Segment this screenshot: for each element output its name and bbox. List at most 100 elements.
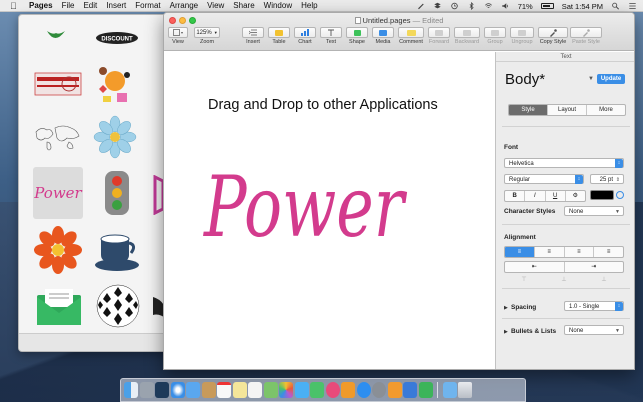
- power-script-artwork[interactable]: Power: [202, 144, 412, 254]
- media-button[interactable]: [372, 27, 394, 38]
- table-tool[interactable]: Table: [268, 27, 290, 45]
- menu-arrange[interactable]: Arrange: [170, 1, 198, 10]
- volume-icon[interactable]: [501, 2, 510, 10]
- forward-button[interactable]: [428, 27, 450, 38]
- menu-help[interactable]: Help: [301, 1, 317, 10]
- keynote-icon[interactable]: [403, 382, 417, 398]
- trash-icon[interactable]: [458, 382, 472, 398]
- align-bottom-icon[interactable]: ⊥: [601, 276, 606, 283]
- view-button[interactable]: [168, 27, 188, 38]
- group-button[interactable]: [484, 27, 506, 38]
- copy-style-tool[interactable]: Copy Style: [538, 27, 568, 45]
- bluetooth-icon[interactable]: [467, 2, 476, 10]
- zoom-select[interactable]: 125% ▼: [194, 27, 220, 38]
- mail-icon[interactable]: [186, 382, 200, 398]
- ungroup-tool[interactable]: Ungroup: [510, 27, 534, 45]
- pages-icon[interactable]: [387, 382, 402, 398]
- leaf-clipart[interactable]: [45, 29, 67, 43]
- text-options-gear-icon[interactable]: ⚙: [566, 191, 585, 201]
- coffee-cup-clipart[interactable]: [93, 227, 141, 273]
- orange-flower-clipart[interactable]: [33, 225, 83, 275]
- chart-tool[interactable]: Chart: [294, 27, 316, 45]
- update-style-button[interactable]: Update: [597, 74, 625, 84]
- paste-style-button[interactable]: [570, 27, 602, 38]
- reminders-icon[interactable]: [248, 382, 262, 398]
- decrease-indent-icon[interactable]: ⇤: [505, 262, 565, 272]
- headline-text[interactable]: Drag and Drop to other Applications: [208, 97, 438, 113]
- apple-menu-icon[interactable]: : [10, 1, 20, 11]
- text-color-well[interactable]: [590, 190, 614, 200]
- color-wheel-icon[interactable]: [616, 191, 624, 199]
- shape-tool[interactable]: Shape: [346, 27, 368, 45]
- font-weight-select[interactable]: Regular ↕: [504, 174, 584, 184]
- table-button[interactable]: [268, 27, 290, 38]
- menu-file[interactable]: File: [62, 1, 75, 10]
- tab-style[interactable]: Style: [509, 105, 548, 115]
- diamond-sphere-clipart[interactable]: [95, 283, 141, 329]
- itunes-icon[interactable]: [325, 382, 340, 398]
- downloads-icon[interactable]: [442, 382, 457, 398]
- backward-button[interactable]: [454, 27, 480, 38]
- photos-icon[interactable]: [279, 382, 293, 398]
- backward-tool[interactable]: Backward: [454, 27, 480, 45]
- numbers-icon[interactable]: [418, 382, 433, 398]
- maps-icon[interactable]: [263, 382, 278, 398]
- chart-button[interactable]: [294, 27, 316, 38]
- font-size-field[interactable]: 25 pt ⇕: [590, 174, 624, 184]
- power-text-clipart[interactable]: Power: [33, 167, 83, 219]
- paragraph-style-name[interactable]: Body*: [505, 71, 545, 88]
- messages-icon[interactable]: [294, 382, 309, 398]
- green-envelope-clipart[interactable]: [35, 285, 83, 329]
- disclosure-triangle-icon[interactable]: ▶: [504, 329, 508, 335]
- launchpad-icon[interactable]: [139, 382, 154, 398]
- underline-button[interactable]: U: [546, 191, 566, 201]
- group-tool[interactable]: Group: [484, 27, 506, 45]
- insert-tool[interactable]: Insert: [242, 27, 264, 45]
- align-middle-icon[interactable]: ⊥: [561, 276, 566, 283]
- media-tool[interactable]: Media: [372, 27, 394, 45]
- mission-control-icon[interactable]: [155, 382, 169, 398]
- spacing-select[interactable]: 1.0 - Single ↕: [564, 301, 624, 311]
- pages-status-icon[interactable]: [416, 2, 425, 10]
- notification-center-icon[interactable]: [628, 2, 637, 10]
- blue-flower-clipart[interactable]: [93, 115, 137, 159]
- menu-format[interactable]: Format: [135, 1, 160, 10]
- stepper-icon[interactable]: ⇕: [616, 175, 620, 185]
- app-store-icon[interactable]: [356, 382, 371, 398]
- traffic-light-clipart[interactable]: [103, 169, 131, 217]
- font-family-select[interactable]: Helvetica ↕: [504, 158, 624, 168]
- comment-tool[interactable]: Comment: [398, 27, 424, 45]
- time-machine-icon[interactable]: [450, 2, 459, 10]
- contacts-icon[interactable]: [201, 382, 216, 398]
- ungroup-button[interactable]: [510, 27, 534, 38]
- increase-indent-icon[interactable]: ⇥: [565, 262, 624, 272]
- copy-style-button[interactable]: [538, 27, 568, 38]
- notes-icon[interactable]: [232, 382, 247, 398]
- align-top-icon[interactable]: ⊤: [521, 276, 526, 283]
- safari-icon[interactable]: [170, 382, 185, 398]
- view-tool[interactable]: View: [168, 27, 188, 45]
- comment-button[interactable]: [398, 27, 424, 38]
- menu-edit[interactable]: Edit: [83, 1, 97, 10]
- bullets-lists-select[interactable]: None ▼: [564, 325, 624, 335]
- shape-button[interactable]: [346, 27, 368, 38]
- menubar-clock[interactable]: Sat 1:54 PM: [562, 2, 603, 11]
- bullets-lists-label[interactable]: Bullets & Lists: [511, 328, 556, 335]
- document-canvas[interactable]: Drag and Drop to other Applications Powe…: [164, 52, 495, 369]
- dropbox-icon[interactable]: [433, 2, 442, 10]
- text-tool[interactable]: Text: [320, 27, 342, 45]
- discount-label-clipart[interactable]: DISCOUNT: [95, 31, 139, 45]
- align-right-icon[interactable]: ≡: [565, 247, 595, 257]
- chevron-down-icon[interactable]: ▼: [588, 76, 594, 82]
- system-preferences-icon[interactable]: [372, 382, 386, 398]
- torn-ticket-clipart[interactable]: [33, 65, 83, 103]
- bold-button[interactable]: B: [505, 191, 526, 201]
- insert-button[interactable]: [242, 27, 264, 38]
- facetime-icon[interactable]: [310, 382, 324, 398]
- spacing-label[interactable]: Spacing: [511, 304, 536, 311]
- menu-insert[interactable]: Insert: [106, 1, 126, 10]
- text-button[interactable]: [320, 27, 342, 38]
- disclosure-triangle-icon[interactable]: ▶: [504, 305, 508, 311]
- menu-share[interactable]: Share: [233, 1, 254, 10]
- zoom-tool[interactable]: 125% ▼ Zoom: [194, 27, 220, 45]
